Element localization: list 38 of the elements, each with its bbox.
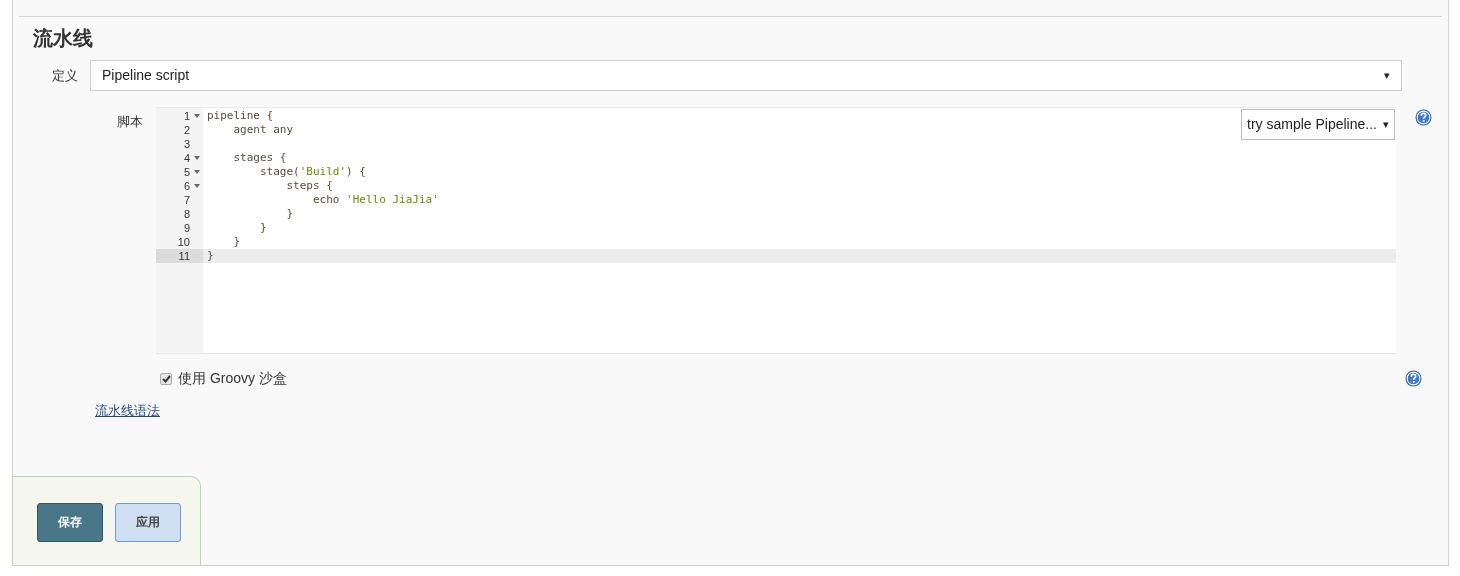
line-number: 4 (183, 151, 190, 165)
code-editor[interactable]: 1 pipeline { 2 agent any 3 4 stages { 5 stage('Build') { 6 steps { 7 echo 'Hello JiaJia' 8 } 9 } 10 } 11 } try sample Pipeline... ▾ (156, 107, 1396, 354)
help-icon[interactable] (1405, 370, 1422, 387)
line-number: 10 (177, 235, 190, 249)
fold-icon[interactable] (194, 156, 200, 160)
line-number: 7 (183, 193, 190, 207)
code-line: } (232, 235, 241, 249)
line-number: 5 (183, 165, 190, 179)
fold-icon[interactable] (194, 170, 200, 174)
field-label: 脚本 (117, 113, 144, 131)
code-line: agent any (232, 123, 294, 137)
line-number: 6 (183, 179, 190, 193)
code-line: stages { (232, 151, 287, 165)
syntax-link[interactable]: 流水线语法 (95, 401, 160, 421)
code-line: echo 'Hello JiaJia' (311, 193, 439, 207)
line-number: 9 (183, 221, 190, 235)
code-line: stage('Build') { (258, 165, 366, 179)
line-number: 11 (178, 249, 190, 263)
apply-button[interactable]: 应用 (115, 502, 181, 542)
fold-icon[interactable] (194, 114, 200, 118)
line-number: 8 (183, 207, 190, 221)
line-number: 2 (183, 123, 190, 137)
checkbox-label: 使用 Groovy 沙盒 (178, 369, 287, 388)
checkbox[interactable] (160, 372, 172, 385)
save-button[interactable]: 保存 (37, 502, 103, 542)
code-line: } (206, 249, 214, 263)
code-line: } (285, 207, 294, 221)
help-icon[interactable] (1415, 109, 1432, 126)
line-number: 1 (183, 109, 190, 123)
section-title: 流水线 (33, 26, 93, 51)
code-line: pipeline { (206, 109, 274, 123)
line-number: 3 (183, 137, 190, 151)
definition-select[interactable]: Pipeline script ▾ (90, 60, 1402, 91)
fold-icon[interactable] (194, 184, 200, 188)
code-line: steps { (285, 179, 333, 193)
field-label: 定义 (52, 66, 79, 85)
sample-select[interactable]: try sample Pipeline... ▾ (1241, 109, 1395, 140)
code-line: } (258, 221, 267, 235)
